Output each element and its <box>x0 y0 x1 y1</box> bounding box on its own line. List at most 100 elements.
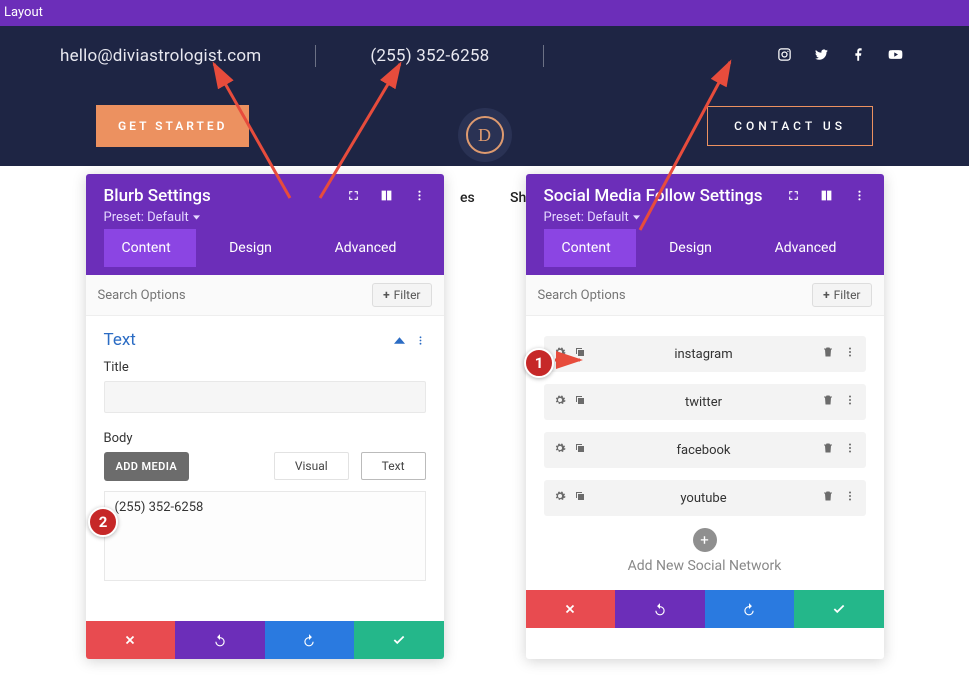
social-panel: Social Media Follow Settings Preset: Def… <box>526 174 884 659</box>
search-input[interactable] <box>538 284 813 307</box>
blurb-panel: Blurb Settings Preset: Default Content D… <box>86 174 444 659</box>
preset-selector[interactable]: Preset: Default <box>104 210 426 225</box>
item-name: facebook <box>596 443 812 458</box>
more-icon[interactable] <box>844 394 856 410</box>
panel-layout-icon[interactable] <box>820 187 833 206</box>
body-textarea[interactable] <box>104 491 426 581</box>
body-label: Body <box>104 431 426 446</box>
gear-icon[interactable] <box>554 394 566 410</box>
facebook-icon[interactable] <box>851 47 866 66</box>
chevron-down-icon <box>193 215 200 220</box>
duplicate-icon[interactable] <box>574 346 586 362</box>
header-phone: (255) 352-6258 <box>370 46 489 66</box>
add-new-label: Add New Social Network <box>526 558 884 574</box>
trash-icon[interactable] <box>822 490 834 506</box>
more-icon[interactable] <box>844 346 856 362</box>
redo-button[interactable] <box>265 621 355 659</box>
tab-advanced[interactable]: Advanced <box>306 229 426 267</box>
tab-content[interactable]: Content <box>544 229 636 267</box>
panel-title: Blurb Settings <box>104 186 211 206</box>
tab-advanced[interactable]: Advanced <box>746 229 866 267</box>
twitter-icon[interactable] <box>814 47 829 66</box>
panel-tabs: Content Design Advanced <box>104 229 426 267</box>
header-band: hello@diviastrologist.com (255) 352-6258… <box>0 26 969 166</box>
confirm-button[interactable] <box>354 621 444 659</box>
get-started-button[interactable]: GET STARTED <box>96 105 249 147</box>
item-name: youtube <box>596 491 812 506</box>
chevron-up-icon[interactable] <box>394 331 405 350</box>
separator <box>543 45 544 67</box>
tab-design[interactable]: Design <box>636 229 746 267</box>
list-item[interactable]: instagram <box>544 336 866 372</box>
chevron-down-icon <box>633 215 640 220</box>
header-email: hello@diviastrologist.com <box>60 46 261 66</box>
duplicate-icon[interactable] <box>574 490 586 506</box>
confirm-button[interactable] <box>794 590 884 628</box>
gear-icon[interactable] <box>554 490 566 506</box>
more-icon[interactable] <box>853 187 866 206</box>
search-input[interactable] <box>98 284 373 307</box>
panel-footer <box>86 621 444 659</box>
preset-selector[interactable]: Preset: Default <box>544 210 866 225</box>
item-name: twitter <box>596 395 812 410</box>
body-tab-visual[interactable]: Visual <box>274 452 349 480</box>
more-icon[interactable] <box>413 187 426 206</box>
separator <box>315 45 316 67</box>
list-item[interactable]: youtube <box>544 480 866 516</box>
panel-footer <box>526 590 884 628</box>
body-tab-text[interactable]: Text <box>361 452 426 480</box>
trash-icon[interactable] <box>822 346 834 362</box>
filter-label: Filter <box>394 288 421 302</box>
youtube-icon[interactable] <box>888 47 903 66</box>
header-top: hello@diviastrologist.com (255) 352-6258 <box>0 26 969 86</box>
redo-button[interactable] <box>705 590 795 628</box>
panel-head: Social Media Follow Settings Preset: Def… <box>526 174 884 275</box>
panel-body: +Filter instagram <box>526 275 884 590</box>
panel-layout-icon[interactable] <box>380 187 393 206</box>
add-new-row: + Add New Social Network <box>526 524 884 590</box>
bg-text-fragment: es <box>460 190 475 206</box>
tab-design[interactable]: Design <box>196 229 306 267</box>
panels-row: Blurb Settings Preset: Default Content D… <box>0 166 969 659</box>
title-input[interactable] <box>104 381 426 413</box>
panel-body: +Filter Text Title Body ADD MEDIA <box>86 275 444 621</box>
header-social-icons <box>777 47 909 66</box>
logo: D <box>458 108 512 162</box>
trash-icon[interactable] <box>822 442 834 458</box>
section-label: Text <box>104 330 136 350</box>
contact-us-button[interactable]: CONTACT US <box>707 106 873 146</box>
text-section: Text Title Body ADD MEDIA Visual Text <box>86 316 444 621</box>
search-row: +Filter <box>86 275 444 316</box>
gear-icon[interactable] <box>554 346 566 362</box>
filter-button[interactable]: +Filter <box>372 283 431 307</box>
panel-tabs: Content Design Advanced <box>544 229 866 267</box>
panel-head: Blurb Settings Preset: Default Content D… <box>86 174 444 275</box>
list-item[interactable]: twitter <box>544 384 866 420</box>
preset-label: Preset: Default <box>544 210 629 225</box>
more-icon[interactable] <box>844 442 856 458</box>
list-item[interactable]: facebook <box>544 432 866 468</box>
cancel-button[interactable] <box>526 590 616 628</box>
more-icon[interactable] <box>415 331 426 350</box>
instagram-icon[interactable] <box>777 47 792 66</box>
filter-label: Filter <box>834 288 861 302</box>
more-icon[interactable] <box>844 490 856 506</box>
tab-content[interactable]: Content <box>104 229 196 267</box>
undo-button[interactable] <box>175 621 265 659</box>
add-new-button[interactable]: + <box>693 528 717 552</box>
add-media-button[interactable]: ADD MEDIA <box>104 452 190 481</box>
duplicate-icon[interactable] <box>574 394 586 410</box>
expand-icon[interactable] <box>347 187 360 206</box>
expand-icon[interactable] <box>787 187 800 206</box>
trash-icon[interactable] <box>822 394 834 410</box>
panel-title: Social Media Follow Settings <box>544 186 763 206</box>
gear-icon[interactable] <box>554 442 566 458</box>
duplicate-icon[interactable] <box>574 442 586 458</box>
title-label: Title <box>104 360 426 375</box>
cancel-button[interactable] <box>86 621 176 659</box>
search-row: +Filter <box>526 275 884 316</box>
undo-button[interactable] <box>615 590 705 628</box>
filter-button[interactable]: +Filter <box>812 283 871 307</box>
social-network-list: instagram twitter <box>526 316 884 524</box>
item-name: instagram <box>596 347 812 362</box>
